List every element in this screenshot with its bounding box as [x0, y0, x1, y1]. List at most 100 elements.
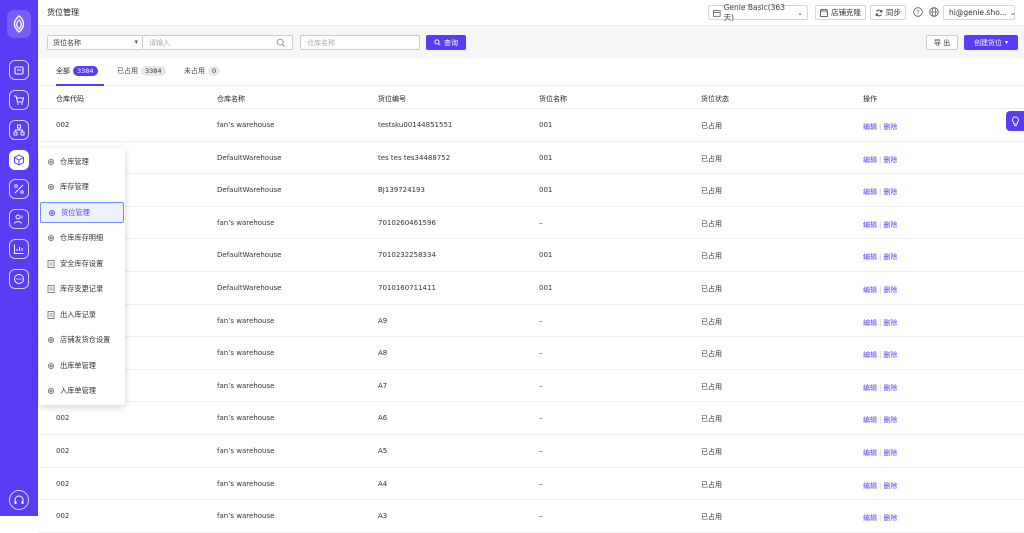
search-input[interactable]: 请输入 [143, 35, 293, 50]
submenu-item[interactable]: 安全库存设置 [40, 253, 124, 274]
location-name-cell: – [539, 349, 543, 358]
search-icon[interactable] [276, 38, 286, 48]
delete-link[interactable]: 删除 [883, 123, 897, 131]
tab-label: 未占用 [184, 67, 205, 75]
location-name-cell: – [539, 414, 543, 423]
warehouse-submenu: 仓库管理库存管理货位管理仓库库存明细 安全库存设置 库存变更记录 出入库记录店铺发货仓… [39, 148, 125, 405]
submenu-item-label: 入库单管理 [60, 386, 96, 395]
edit-link[interactable]: 编辑 [863, 319, 877, 327]
edit-link[interactable]: 编辑 [863, 416, 877, 424]
delete-link[interactable]: 删除 [883, 449, 897, 457]
edit-link[interactable]: 编辑 [863, 286, 877, 294]
delete-link[interactable]: 删除 [883, 514, 897, 522]
delete-link[interactable]: 删除 [883, 351, 897, 359]
search-placeholder: 请输入 [149, 38, 170, 47]
edit-link[interactable]: 编辑 [863, 123, 877, 131]
table-row: DefaultWarehouse 7010160711411 001 已占用 编辑 | 删除 [38, 272, 1024, 305]
table-row: fan’s warehouse 7010260461596 – 已占用 编辑 | 删除 [38, 207, 1024, 240]
location-name-cell: 001 [539, 186, 553, 195]
row-actions: 编辑 | 删除 [863, 481, 897, 491]
store-icon[interactable] [9, 60, 29, 80]
help-icon[interactable]: ? [913, 7, 923, 17]
submenu-item[interactable]: 仓库库存明细 [40, 228, 124, 249]
delete-link[interactable]: 删除 [883, 319, 897, 327]
field-select[interactable]: 货位名称 ▾ [47, 35, 143, 50]
sitemap-icon[interactable] [9, 120, 29, 140]
row-actions: 编辑 | 删除 [863, 448, 897, 458]
edit-link[interactable]: 编辑 [863, 156, 877, 164]
location-name-cell: – [539, 447, 543, 455]
edit-link[interactable]: 编辑 [863, 221, 877, 229]
edit-link[interactable]: 编辑 [863, 351, 877, 359]
users-icon[interactable] [9, 209, 29, 229]
location-name-cell: 001 [539, 284, 553, 292]
cart-icon[interactable] [9, 90, 29, 110]
delete-link[interactable]: 删除 [883, 482, 897, 490]
row-actions: 编辑 | 删除 [863, 513, 897, 523]
lightbulb-icon[interactable] [1006, 111, 1024, 131]
location-name-cell: – [539, 381, 543, 390]
create-location-button[interactable]: 创建货位 ▾ [964, 35, 1018, 50]
message-icon[interactable] [9, 269, 29, 289]
submenu-item[interactable]: 库存变更记录 [40, 279, 124, 300]
tab-occupied[interactable]: 已占用 3384 [117, 66, 166, 86]
edit-link[interactable]: 编辑 [863, 384, 877, 392]
sync-button[interactable]: 同步 [870, 5, 906, 20]
plan-select[interactable]: Genie Basic(363 天) ⌄ [708, 3, 808, 22]
tab-all[interactable]: 全部 3384 [56, 66, 104, 86]
headset-icon[interactable] [9, 490, 29, 510]
user-email: hi@genie.sho... [949, 8, 1007, 17]
status-cell: 已占用 [701, 252, 722, 261]
warehouse-name-cell: DefaultWarehouse [217, 186, 282, 195]
submenu-item[interactable]: 入库单管理 [40, 381, 124, 402]
create-label: 创建货位 [973, 38, 1002, 47]
column-header: 货位名称 [539, 95, 567, 103]
delete-link[interactable]: 删除 [883, 416, 897, 424]
edit-link[interactable]: 编辑 [863, 188, 877, 196]
gear-icon [47, 234, 55, 242]
action-divider: | [879, 351, 882, 360]
edit-link[interactable]: 编辑 [863, 514, 877, 522]
delete-link[interactable]: 删除 [883, 188, 897, 196]
percent-icon[interactable] [9, 179, 29, 199]
user-menu[interactable]: hi@genie.sho... ⌄ [943, 5, 1015, 20]
submenu-item[interactable]: 仓库管理 [40, 151, 124, 172]
submenu-item[interactable]: 库存管理 [40, 177, 124, 198]
submenu-item[interactable]: 货位管理 [40, 202, 124, 223]
caret-down-icon: ▾ [134, 38, 138, 46]
submenu-item[interactable]: 店铺发货仓设置 [40, 330, 124, 351]
tab-unoccupied[interactable]: 未占用 0 [184, 66, 221, 86]
box-icon[interactable] [9, 150, 29, 170]
refresh-icon [875, 9, 883, 16]
export-button[interactable]: 导 出 [926, 35, 958, 50]
status-cell: 已占用 [701, 187, 722, 196]
submenu-item[interactable]: 出入库记录 [40, 304, 124, 325]
table-row: 002 fan’s warehouse A6 – 已占用 编辑 | 删除 [38, 402, 1024, 435]
warehouse-name-cell: DefaultWarehouse [217, 284, 282, 292]
submenu-item[interactable]: 出库单管理 [40, 355, 124, 376]
column-header: 操作 [863, 95, 877, 103]
row-actions: 编辑 | 删除 [863, 285, 897, 295]
warehouse-name-cell: fan’s warehouse [217, 447, 275, 455]
globe-icon[interactable] [929, 7, 939, 17]
logo-icon[interactable] [7, 10, 31, 38]
warehouse-name-cell: fan’s warehouse [217, 121, 275, 129]
edit-link[interactable]: 编辑 [863, 482, 877, 490]
edit-link[interactable]: 编辑 [863, 449, 877, 457]
document-icon [47, 259, 55, 268]
delete-link[interactable]: 删除 [883, 286, 897, 294]
delete-link[interactable]: 删除 [883, 384, 897, 392]
chevron-down-icon: ⌄ [1010, 9, 1014, 17]
delete-link[interactable]: 删除 [883, 156, 897, 164]
delete-link[interactable]: 删除 [883, 253, 897, 261]
warehouse-name-cell: fan’s warehouse [217, 414, 275, 423]
status-cell: 已占用 [701, 382, 722, 391]
delete-link[interactable]: 删除 [883, 221, 897, 229]
warehouse-input[interactable]: 仓库名称 [300, 35, 420, 50]
row-actions: 编辑 | 删除 [863, 318, 897, 328]
query-button[interactable]: 查询 [426, 35, 466, 50]
shop-clone-button[interactable]: 店铺克隆 [815, 5, 866, 20]
edit-link[interactable]: 编辑 [863, 253, 877, 261]
table-row: DefaultWarehouse BJ139724193 001 已占用 编辑 | 删除 [38, 174, 1024, 207]
chart-icon[interactable] [9, 239, 29, 259]
